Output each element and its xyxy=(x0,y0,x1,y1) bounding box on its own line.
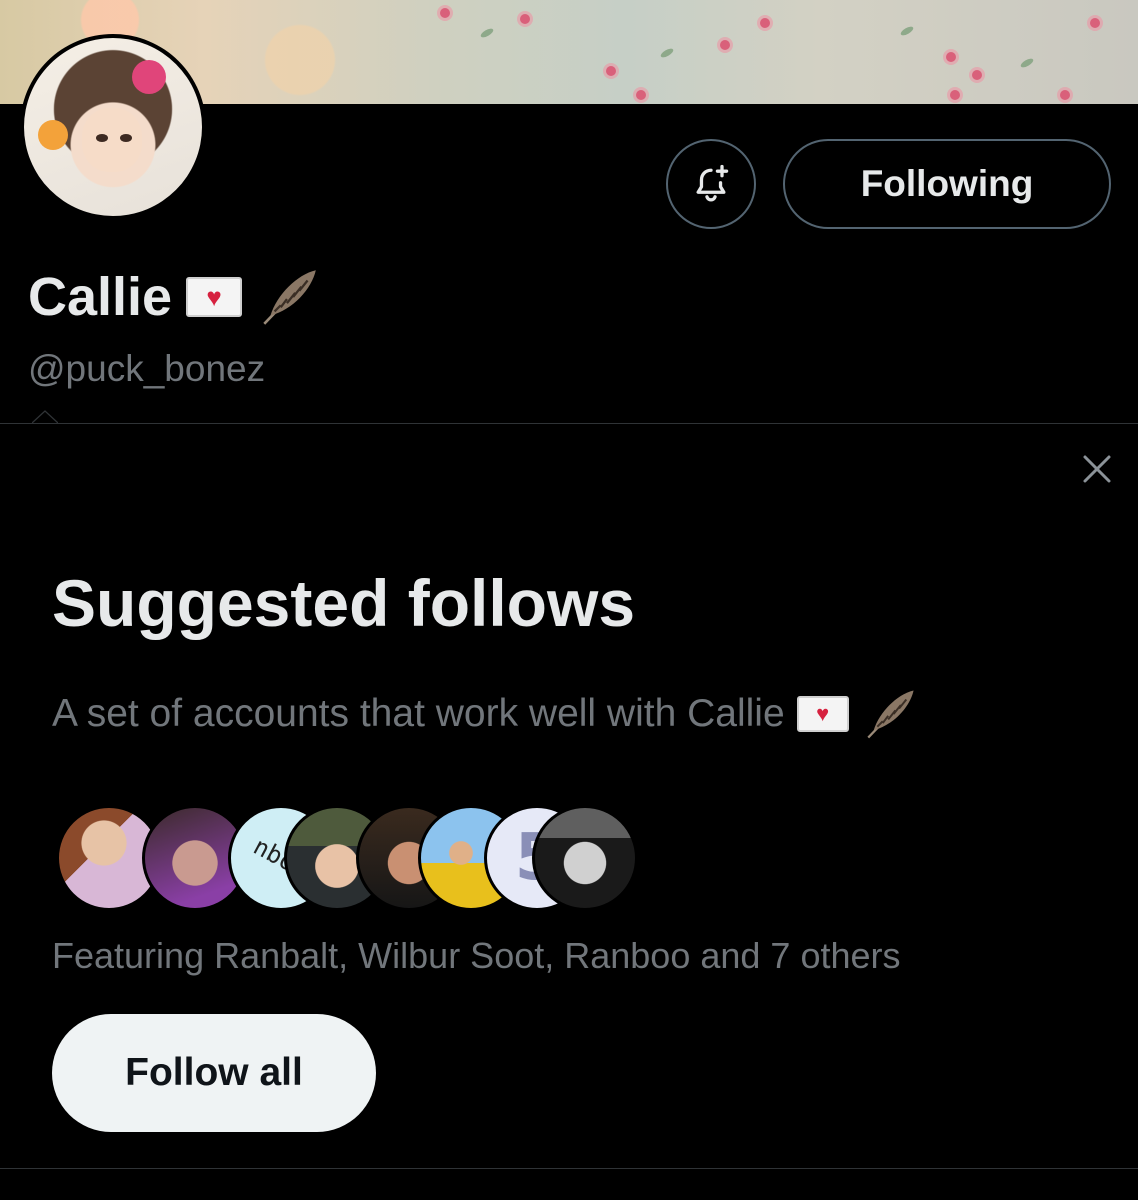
suggested-follows-title: Suggested follows xyxy=(52,566,636,640)
banner-rose xyxy=(720,40,730,50)
section-divider xyxy=(0,423,1138,424)
banner-leaf xyxy=(659,46,675,60)
envelope-heart-icon: ♥ xyxy=(186,277,243,317)
banner-rose xyxy=(1090,18,1100,28)
suggested-avatar xyxy=(532,805,638,911)
avatar-eye xyxy=(120,134,132,142)
banner-rose xyxy=(636,90,646,100)
following-label: Following xyxy=(860,163,1034,204)
envelope-heart-icon: ♥ xyxy=(796,696,849,732)
feather-icon xyxy=(867,690,914,739)
banner-rose xyxy=(972,70,982,80)
featuring-text: Featuring Ranbalt, Wilbur Soot, Ranboo a… xyxy=(52,935,901,976)
profile-name-row: Callie ♥ xyxy=(28,264,322,330)
profile-handle: @puck_bonez xyxy=(28,348,266,389)
banner-rose xyxy=(440,8,450,18)
profile-name: Callie xyxy=(28,267,173,327)
banner-rose xyxy=(946,52,956,62)
suggested-follows-subtitle: A set of accounts that work well with Ca… xyxy=(52,692,785,735)
close-icon xyxy=(1083,455,1111,483)
banner-rose xyxy=(760,18,770,28)
avatar-flower xyxy=(132,60,166,94)
bottom-divider xyxy=(0,1168,1138,1169)
caret-pointer-icon xyxy=(32,410,58,424)
feather-icon xyxy=(263,270,316,325)
banner-rose xyxy=(520,14,530,24)
avatar-image xyxy=(24,38,202,216)
profile-avatar[interactable] xyxy=(20,34,206,220)
dismiss-suggestions-button[interactable] xyxy=(1076,448,1118,490)
banner-leaf xyxy=(899,24,915,38)
banner-rose xyxy=(950,90,960,100)
banner-rose xyxy=(1060,90,1070,100)
bell-plus-icon xyxy=(696,164,729,202)
following-button[interactable]: Following xyxy=(783,139,1111,229)
banner-leaf xyxy=(1019,56,1035,70)
avatar-eye xyxy=(96,134,108,142)
notify-button[interactable] xyxy=(666,139,756,229)
follow-all-label: Follow all xyxy=(125,1051,303,1094)
follow-all-button[interactable]: Follow all xyxy=(52,1014,376,1132)
suggested-follows-subtitle-row: A set of accounts that work well with Ca… xyxy=(52,685,919,743)
avatar-flower xyxy=(38,120,68,150)
banner-leaf xyxy=(479,26,495,40)
avatar-face xyxy=(82,108,142,172)
banner-rose xyxy=(606,66,616,76)
